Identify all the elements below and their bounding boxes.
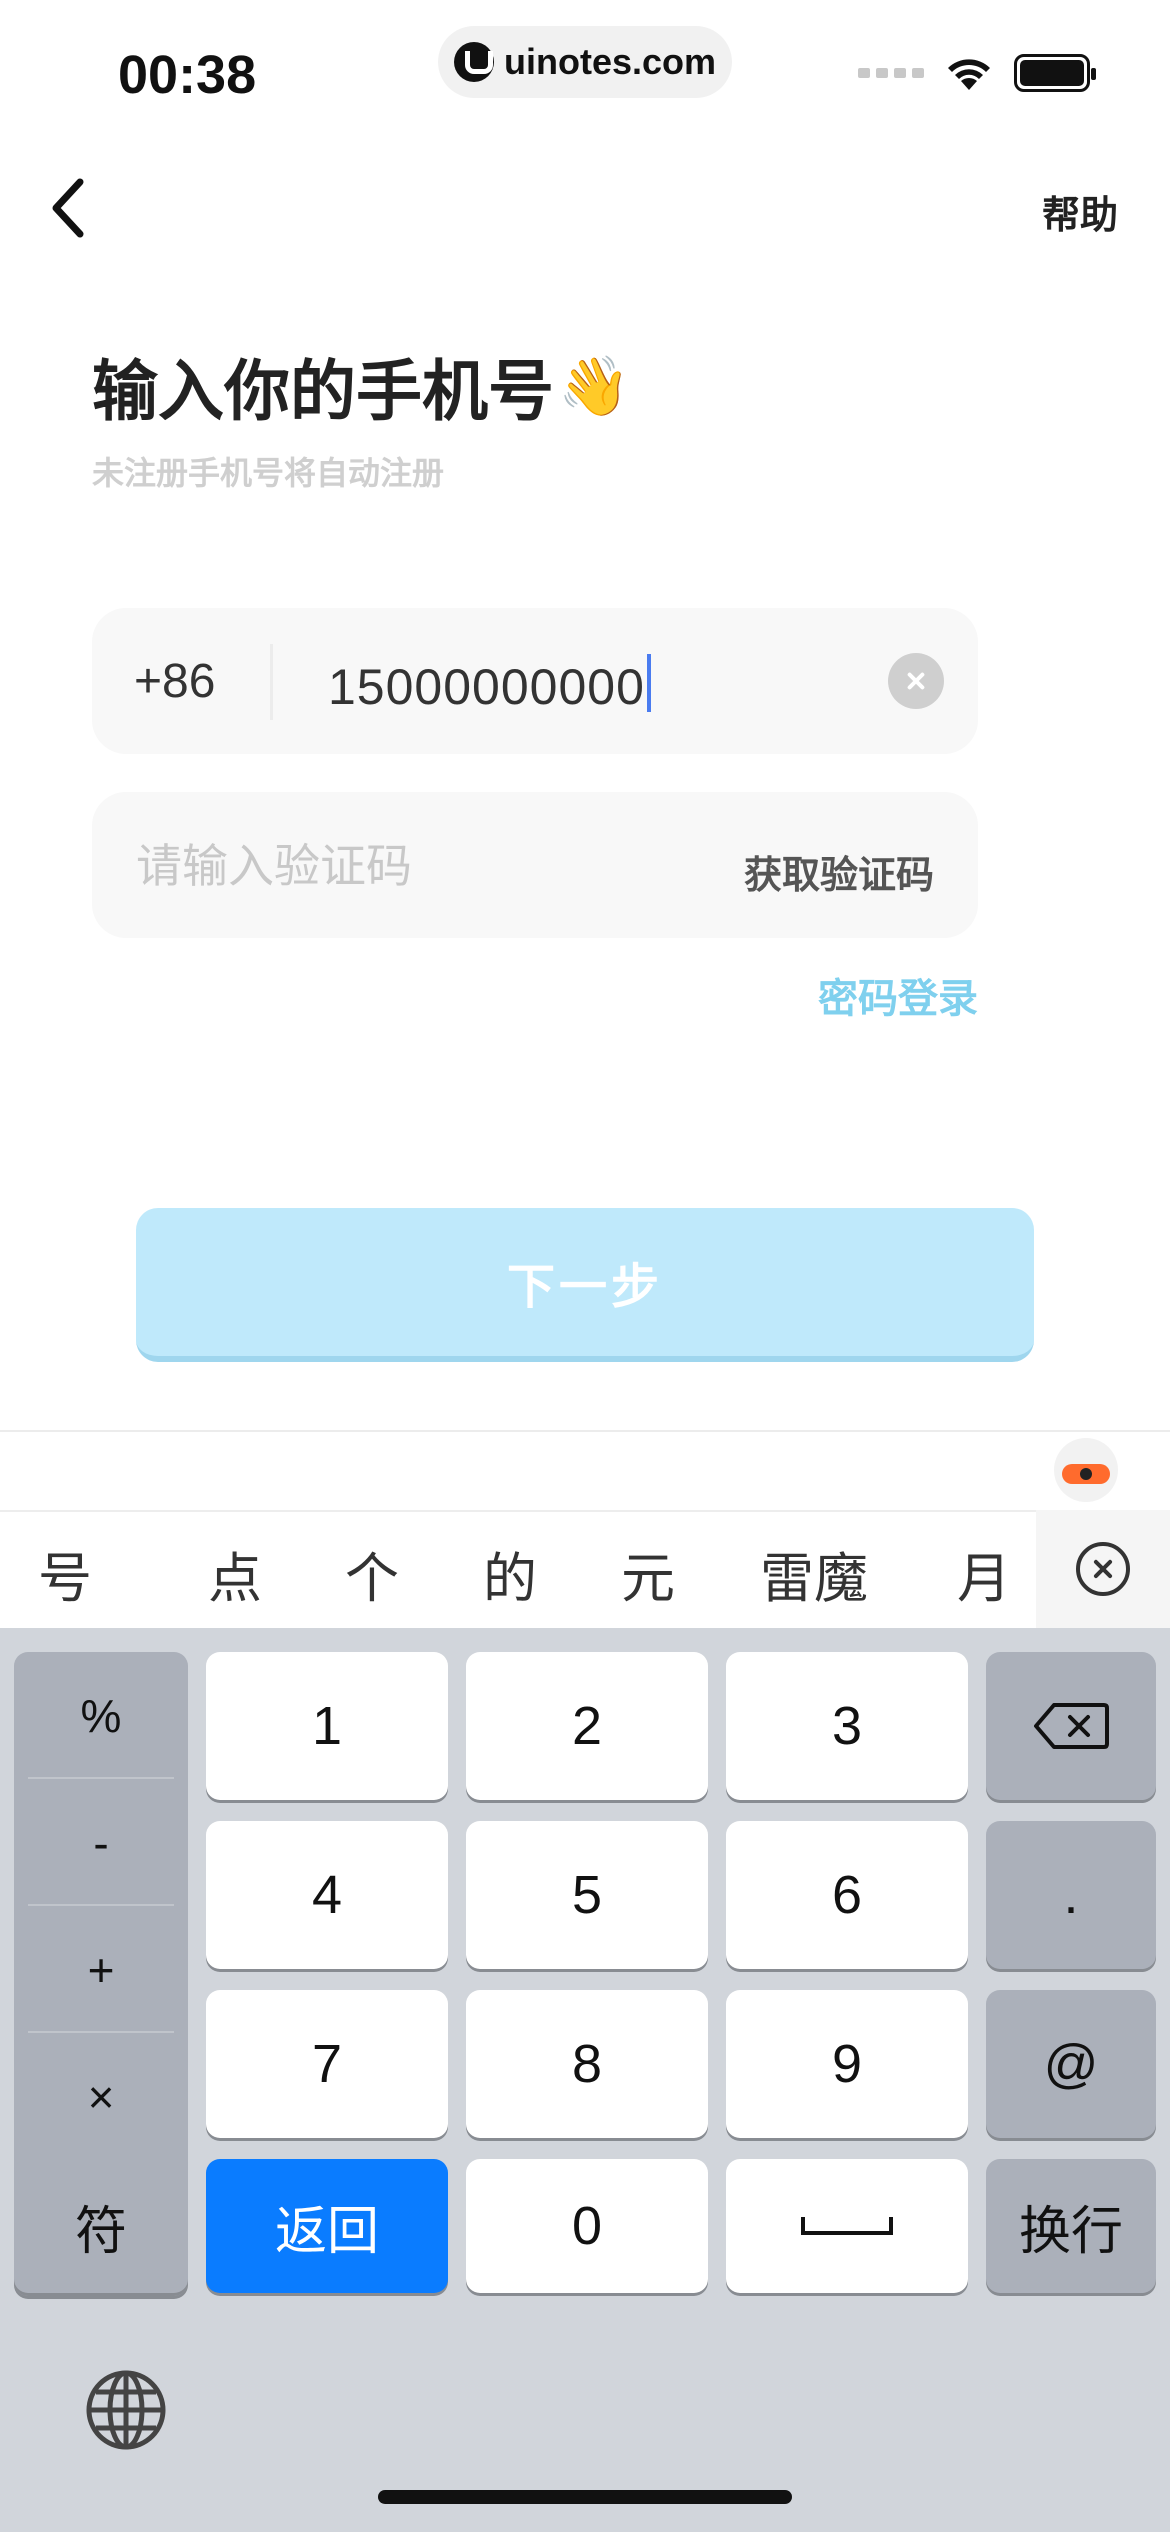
candidate-word[interactable]: 月 [957, 1534, 1011, 1613]
key-2[interactable]: 2 [466, 1652, 708, 1800]
url-pill[interactable]: uinotes.com [438, 26, 732, 98]
candidate-word[interactable]: 个 [345, 1534, 399, 1613]
verification-code-field[interactable]: 获取验证码 [92, 792, 978, 938]
candidate-word[interactable]: 雷魔 [760, 1534, 868, 1613]
help-link[interactable]: 帮助 [1042, 184, 1118, 239]
backspace-key[interactable] [986, 1652, 1156, 1800]
globe-icon[interactable] [84, 2368, 168, 2452]
ime-mascot-icon[interactable] [1054, 1438, 1118, 1502]
key-3[interactable]: 3 [726, 1652, 968, 1800]
phone-number-field[interactable]: +86 15000000000 [92, 608, 978, 754]
key-7[interactable]: 7 [206, 1990, 448, 2138]
verification-code-input[interactable] [136, 836, 656, 896]
cellular-signal-icon [858, 68, 924, 78]
key-at[interactable]: @ [986, 1990, 1156, 2138]
page-title: 输入你的手机号 👋 [92, 338, 630, 434]
symbol-switch-key[interactable]: 符 [14, 2159, 188, 2293]
backspace-icon [1034, 1703, 1109, 1749]
keyboard-toolbar [0, 1430, 1170, 1510]
candidate-word[interactable]: 的 [483, 1534, 537, 1613]
close-candidates-icon[interactable] [1076, 1542, 1130, 1596]
page-title-text: 输入你的手机号 [92, 353, 554, 430]
key-percent[interactable]: % [14, 1652, 188, 1779]
key-0[interactable]: 0 [466, 2159, 708, 2293]
wifi-icon [948, 59, 990, 90]
key-plus[interactable]: + [14, 1906, 188, 2033]
key-multiply[interactable]: × [14, 2033, 188, 2160]
back-button[interactable] [40, 170, 100, 246]
key-6[interactable]: 6 [726, 1821, 968, 1969]
key-1[interactable]: 1 [206, 1652, 448, 1800]
key-minus[interactable]: - [14, 1779, 188, 1906]
space-key[interactable] [726, 2159, 968, 2293]
newline-key[interactable]: 换行 [986, 2159, 1156, 2293]
field-divider [270, 644, 273, 720]
next-step-button[interactable]: 下一步 [136, 1208, 1034, 1362]
text-caret [646, 654, 651, 712]
space-bar-icon [801, 2217, 893, 2235]
key-8[interactable]: 8 [466, 1990, 708, 2138]
url-text: uinotes.com [503, 41, 717, 82]
battery-icon [1014, 54, 1096, 92]
key-dot[interactable]: . [986, 1821, 1156, 1969]
status-indicators [858, 54, 1096, 92]
return-key[interactable]: 返回 [206, 2159, 448, 2293]
phone-input[interactable]: 15000000000 [328, 654, 651, 716]
phone-input-value: 15000000000 [328, 659, 645, 715]
key-5[interactable]: 5 [466, 1821, 708, 1969]
status-time: 00:38 [118, 45, 257, 105]
country-code[interactable]: +86 [134, 654, 215, 709]
candidate-word[interactable]: 号 [38, 1534, 92, 1613]
candidate-word[interactable]: 元 [621, 1534, 675, 1613]
key-9[interactable]: 9 [726, 1990, 968, 2138]
get-code-button[interactable]: 获取验证码 [744, 844, 934, 899]
home-indicator [378, 2490, 792, 2504]
clear-input-button[interactable] [888, 653, 944, 709]
candidate-word[interactable]: 点 [208, 1534, 262, 1613]
key-4[interactable]: 4 [206, 1821, 448, 1969]
password-login-link[interactable]: 密码登录 [818, 966, 978, 1024]
page-subtitle: 未注册手机号将自动注册 [92, 454, 445, 492]
site-logo-icon [453, 42, 494, 82]
waving-hand-icon: 👋 [558, 351, 631, 420]
